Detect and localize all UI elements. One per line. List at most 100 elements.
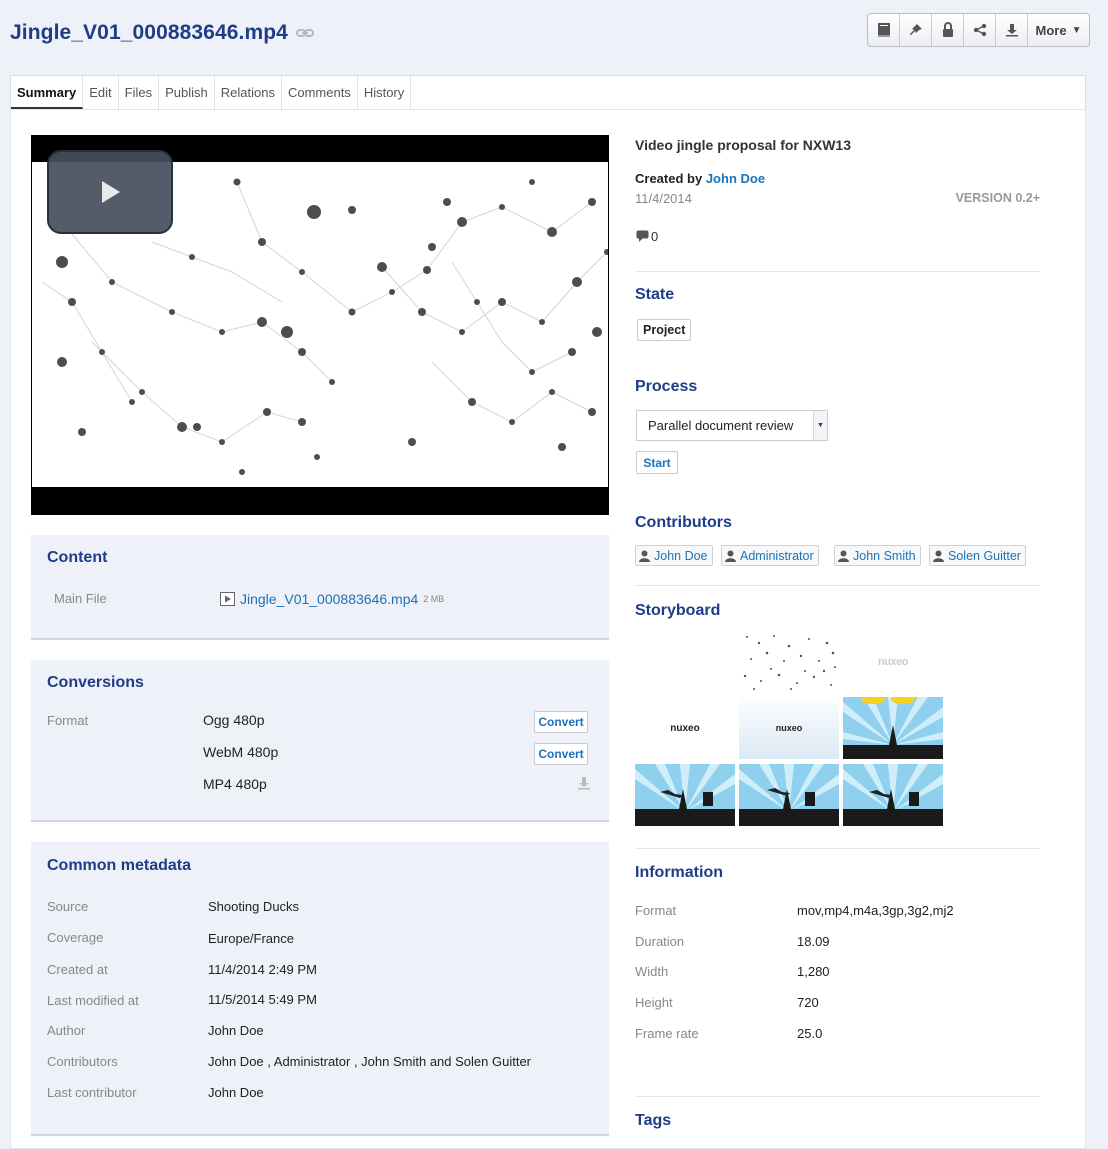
document-toolbar: More ▼	[867, 13, 1090, 47]
metadata-panel: Common metadata Source Shooting Ducks Co…	[31, 842, 609, 1136]
info-label-width: Width	[635, 964, 669, 979]
storyboard-frame[interactable]: nuxeo	[843, 631, 943, 693]
more-menu-button[interactable]: More ▼	[1028, 14, 1089, 46]
more-menu-label: More	[1035, 22, 1067, 38]
contributor-chip[interactable]: John Smith	[834, 545, 921, 566]
tab-comments[interactable]: Comments	[282, 76, 358, 109]
share-icon[interactable]	[964, 14, 996, 46]
contributor-name: Solen Guitter	[948, 548, 1021, 563]
metadata-label-author: Author	[47, 1023, 86, 1038]
storyboard-frame[interactable]	[635, 764, 735, 826]
user-icon	[838, 550, 849, 562]
information-title: Information	[635, 864, 723, 881]
tab-history[interactable]: History	[358, 76, 412, 109]
contributors-title: Contributors	[635, 514, 732, 531]
created-by: Created by John Doe	[635, 171, 765, 186]
conversion-name-mp4: MP4 480p	[203, 776, 267, 792]
lock-icon[interactable]	[932, 14, 964, 46]
created-date: 11/4/2014	[635, 191, 692, 206]
created-by-label: Created by	[635, 171, 703, 186]
info-value-format: mov,mp4,m4a,3gp,3g2,mj2	[797, 903, 954, 918]
conversion-name-webm: WebM 480p	[203, 744, 279, 760]
storyboard-frame[interactable]: nuxeo	[739, 697, 839, 759]
info-value-duration: 18.09	[797, 934, 830, 949]
contributor-name: Administrator	[740, 548, 814, 563]
divider	[635, 848, 1040, 849]
conversions-panel: Conversions Format Ogg 480p Convert WebM…	[31, 660, 609, 822]
process-title: Process	[635, 378, 698, 395]
tab-files[interactable]: Files	[119, 76, 160, 109]
tags-title: Tags	[635, 1112, 672, 1129]
tab-summary[interactable]: Summary	[11, 76, 84, 109]
info-label-format: Format	[635, 903, 677, 918]
content-panel-title: Content	[47, 549, 108, 566]
metadata-label-contributors: Contributors	[47, 1054, 118, 1069]
conversion-name-ogg: Ogg 480p	[203, 712, 265, 728]
info-label-duration: Duration	[635, 934, 685, 949]
storyboard-frame-logo: nuxeo	[878, 656, 908, 668]
video-player[interactable]	[31, 135, 609, 515]
content-panel: Content Main File Jingle_V01_000883646.m…	[31, 535, 609, 640]
permalink-icon[interactable]	[295, 27, 314, 39]
metadata-value-source: Shooting Ducks	[208, 899, 300, 914]
contributor-name: John Smith	[853, 548, 916, 563]
metadata-value-modified: 11/5/2014 5:49 PM	[208, 992, 317, 1007]
comment-count-value: 0	[651, 229, 659, 244]
metadata-value-contributors: John Doe , Administrator , John Smith an…	[208, 1054, 532, 1069]
contributor-chip[interactable]: Solen Guitter	[929, 545, 1026, 566]
tab-publish[interactable]: Publish	[159, 76, 215, 109]
state-title: State	[635, 286, 675, 303]
play-button[interactable]	[47, 150, 173, 234]
document-tabs: Summary Edit Files Publish Relations Com…	[10, 75, 1086, 109]
metadata-label-coverage: Coverage	[47, 930, 104, 945]
convert-webm-button[interactable]: Convert	[534, 743, 588, 765]
info-value-height: 720	[797, 995, 819, 1010]
book-icon[interactable]	[868, 14, 900, 46]
state-badge: Project	[637, 319, 692, 341]
info-label-frame-rate: Frame rate	[635, 1026, 699, 1041]
contributor-chip[interactable]: Administrator	[721, 545, 819, 566]
creator-link[interactable]: John Doe	[706, 171, 765, 186]
version-label: VERSION 0.2+	[955, 191, 1040, 205]
start-process-button[interactable]: Start	[636, 451, 678, 474]
caret-down-icon: ▼	[1071, 24, 1082, 36]
divider	[635, 585, 1040, 586]
main-file-link[interactable]: Jingle_V01_000883646.mp4	[240, 591, 418, 607]
user-icon	[639, 550, 650, 562]
info-label-height: Height	[635, 995, 673, 1010]
document-description: Video jingle proposal for NXW13	[635, 137, 851, 153]
metadata-value-last-contributor: John Doe	[208, 1085, 264, 1100]
info-value-width: 1,280	[797, 964, 830, 979]
tab-edit[interactable]: Edit	[83, 76, 119, 109]
download-mp4-icon[interactable]	[577, 776, 591, 795]
storyboard-frame[interactable]: nuxeo	[635, 697, 735, 759]
pin-icon[interactable]	[900, 14, 932, 46]
download-icon[interactable]	[996, 14, 1028, 46]
storyboard-frame-logo: nuxeo	[670, 722, 700, 734]
metadata-value-coverage: Europe/France	[208, 931, 294, 946]
metadata-panel-title: Common metadata	[47, 857, 192, 874]
format-label: Format	[47, 713, 89, 728]
convert-ogg-button[interactable]: Convert	[534, 711, 588, 733]
storyboard-frame[interactable]	[843, 764, 943, 826]
storyboard-title: Storyboard	[635, 602, 721, 619]
user-icon	[933, 550, 944, 562]
metadata-label-modified: Last modified at	[47, 993, 139, 1008]
process-select[interactable]: Parallel document review ▼	[636, 410, 828, 441]
main-file-label: Main File	[54, 591, 107, 606]
document-title: Jingle_V01_000883646.mp4	[10, 21, 288, 44]
comment-count[interactable]: 0	[636, 229, 658, 244]
video-file-icon	[220, 592, 235, 606]
storyboard-frame[interactable]	[739, 764, 839, 826]
storyboard-frame[interactable]	[739, 631, 839, 693]
play-icon	[102, 181, 120, 203]
storyboard-frame-logo: nuxeo	[775, 723, 803, 733]
storyboard-frame[interactable]	[843, 697, 943, 759]
contributor-chip[interactable]: John Doe	[635, 545, 713, 566]
metadata-label-source: Source	[47, 899, 89, 914]
conversions-panel-title: Conversions	[47, 674, 144, 691]
process-select-value: Parallel document review	[648, 418, 794, 433]
select-caret-icon: ▼	[813, 411, 827, 440]
title-row: Jingle_V01_000883646.mp4	[10, 18, 314, 48]
tab-relations[interactable]: Relations	[215, 76, 282, 109]
